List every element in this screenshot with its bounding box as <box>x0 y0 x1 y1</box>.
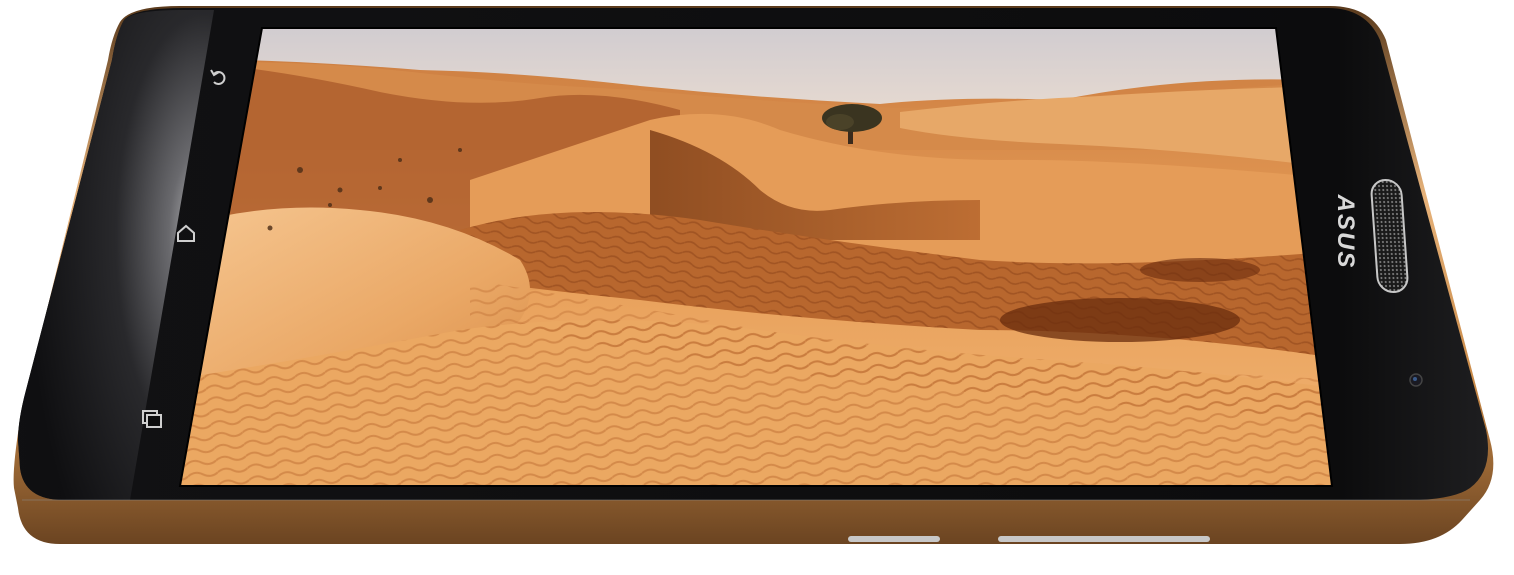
product-render: ASUS <box>0 0 1514 570</box>
svg-text:ASUS: ASUS <box>1332 194 1359 270</box>
speaker-grille <box>1370 179 1409 293</box>
asus-logo: ASUS <box>1332 194 1359 270</box>
desert-photo <box>180 28 1332 486</box>
phone-illustration: ASUS <box>13 6 1494 544</box>
front-camera <box>1409 373 1423 387</box>
power-button[interactable] <box>848 536 940 542</box>
volume-rocker[interactable] <box>998 536 1210 542</box>
